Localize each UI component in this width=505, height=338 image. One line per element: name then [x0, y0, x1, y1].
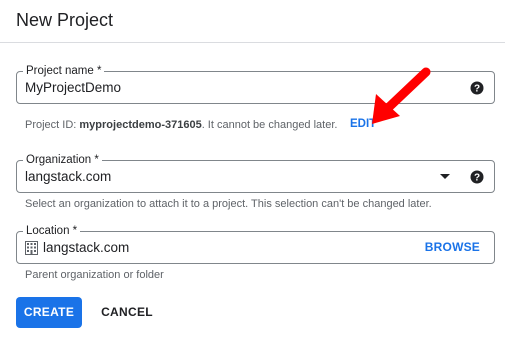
organization-value[interactable]: langstack.com: [25, 168, 111, 185]
organization-select[interactable]: Organization * langstack.com ?: [16, 153, 495, 193]
browse-button[interactable]: BROWSE: [425, 240, 480, 254]
cancel-button[interactable]: CANCEL: [96, 297, 158, 328]
project-name-value[interactable]: MyProjectDemo: [25, 79, 121, 96]
project-id-hint-suffix: . It cannot be changed later.: [201, 119, 338, 131]
location-value: langstack.com: [43, 240, 130, 255]
svg-text:?: ?: [474, 84, 480, 95]
new-project-dialog: New Project Project name * MyProjectDemo…: [0, 0, 505, 338]
project-id-hint: Project ID: myprojectdemo-371605. It can…: [25, 119, 337, 131]
help-icon[interactable]: ?: [470, 81, 484, 95]
dialog-title: New Project: [16, 10, 114, 30]
svg-text:?: ?: [474, 173, 480, 184]
project-name-label: Project name *: [23, 64, 105, 78]
location-hint: Parent organization or folder: [25, 269, 164, 281]
red-arrow-icon: [372, 67, 431, 124]
dropdown-arrow-icon[interactable]: [440, 174, 450, 179]
location-field[interactable]: Location * langstack.com BROWSE: [16, 224, 495, 264]
project-id-value: myprojectdemo-371605: [79, 119, 202, 131]
organization-hint: Select an organization to attach it to a…: [25, 198, 432, 210]
location-label: Location *: [23, 224, 81, 238]
organization-label: Organization *: [23, 153, 102, 167]
building-icon: [25, 241, 38, 255]
create-button[interactable]: CREATE: [16, 297, 82, 328]
help-icon[interactable]: ?: [470, 170, 484, 184]
project-id-hint-prefix: Project ID:: [25, 119, 80, 131]
dialog-header: New Project: [0, 0, 505, 43]
